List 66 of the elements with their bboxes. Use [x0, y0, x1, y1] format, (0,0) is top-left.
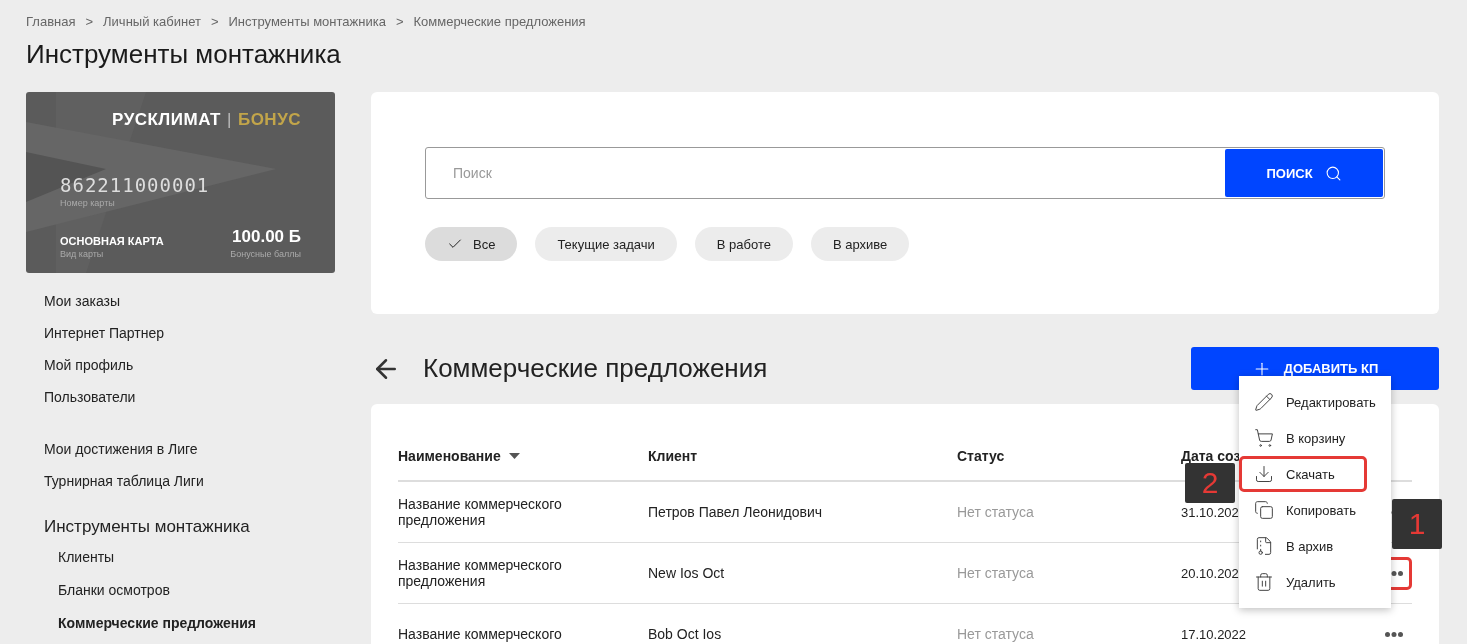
- filter-chip[interactable]: Все: [425, 227, 518, 261]
- table-cell: Название коммерческого: [398, 626, 562, 642]
- status-cell: Нет статуса: [957, 504, 1034, 520]
- card-brand: РУСКЛИМАТ: [112, 110, 221, 130]
- card-balance: 100.00 Б: [232, 227, 301, 247]
- table-cell: 31.10.202: [1181, 504, 1239, 520]
- breadcrumb-link[interactable]: Коммерческие предложения: [413, 14, 586, 29]
- copy-icon: [1254, 500, 1274, 520]
- breadcrumb-separator: >: [85, 14, 94, 29]
- table-cell: 17.10.2022: [1181, 626, 1247, 642]
- page-title: Инструменты монтажника: [26, 39, 342, 70]
- menu-item[interactable]: В архив: [1239, 528, 1391, 564]
- filter-chip[interactable]: В работе: [694, 227, 793, 261]
- breadcrumb-separator: >: [395, 14, 404, 29]
- table-cell: 20.10.202: [1181, 565, 1239, 581]
- menu-item[interactable]: Скачать: [1239, 456, 1367, 492]
- search-button[interactable]: ПОИСК: [1225, 149, 1383, 197]
- card-type: ОСНОВНАЯ КАРТА: [60, 235, 164, 247]
- breadcrumb-link[interactable]: Личный кабинет: [103, 14, 201, 29]
- filter-chip[interactable]: В архиве: [810, 227, 910, 261]
- section-title: Коммерческие предложения: [423, 353, 769, 384]
- nav-link[interactable]: Мои достижения в Лиге: [44, 433, 335, 465]
- nav-link[interactable]: Мои заказы: [44, 285, 335, 317]
- filter-chip[interactable]: Текущие задачи: [535, 227, 677, 261]
- card-brand-suffix: БОНУС: [237, 110, 301, 130]
- cart-icon: [1254, 428, 1274, 448]
- card-number-label: Номер карты: [60, 198, 116, 208]
- search-field[interactable]: Поиск ПОИСК: [425, 147, 1385, 199]
- search-icon: [1324, 164, 1342, 182]
- sort-caret-icon[interactable]: [508, 453, 520, 459]
- menu-item[interactable]: Редактировать: [1239, 384, 1391, 420]
- card-type-label: Вид карты: [60, 249, 104, 259]
- brand-divider: |: [227, 110, 232, 130]
- menu-item[interactable]: Копировать: [1239, 492, 1391, 528]
- nav-sublink[interactable]: Коммерческие предложения: [44, 607, 335, 640]
- menu-item[interactable]: Удалить: [1239, 564, 1391, 600]
- nav-sublink[interactable]: Бланки осмотров: [44, 574, 335, 607]
- more-icon: [1385, 631, 1403, 637]
- nav-section-title: Инструменты монтажника: [44, 516, 251, 538]
- pencil-icon: [1254, 392, 1274, 412]
- nav-link[interactable]: Турнирная таблица Лиги: [44, 465, 335, 497]
- step-number-tooltip: 1: [1392, 499, 1442, 549]
- breadcrumb-separator: >: [210, 14, 219, 29]
- table-cell-text: Название коммерческого предложения: [398, 496, 563, 528]
- card-balance-label: Бонусные баллы: [230, 249, 301, 259]
- table-cell: Петров Павел Леонидович: [648, 504, 823, 520]
- table-cell: Bob Oct Ios: [648, 626, 722, 642]
- download-icon: [1254, 464, 1274, 484]
- nav-link[interactable]: Интернет Партнер: [44, 317, 335, 349]
- nav-link[interactable]: Пользователи: [44, 381, 335, 413]
- breadcrumb-link[interactable]: Главная: [26, 14, 76, 29]
- column-header: Статус: [957, 448, 1005, 464]
- trash-icon: [1254, 572, 1274, 592]
- column-header: Клиент: [648, 448, 698, 464]
- nav-link[interactable]: Мой профиль: [44, 349, 335, 381]
- column-header[interactable]: Наименование: [398, 448, 501, 464]
- step-number-tooltip: 2: [1185, 463, 1235, 503]
- status-cell: Нет статуса: [957, 626, 1034, 642]
- status-cell: Нет статуса: [957, 565, 1034, 581]
- breadcrumb-link[interactable]: Инструменты монтажника: [228, 14, 386, 29]
- nav-sublink[interactable]: Клиенты: [44, 541, 335, 574]
- card-number: 862211000001: [60, 174, 211, 196]
- table-cell: New Ios Oct: [648, 565, 725, 581]
- table-cell-text: Название коммерческого предложения: [398, 557, 563, 589]
- archive-file-icon: [1254, 536, 1274, 556]
- menu-item[interactable]: В корзину: [1239, 420, 1391, 456]
